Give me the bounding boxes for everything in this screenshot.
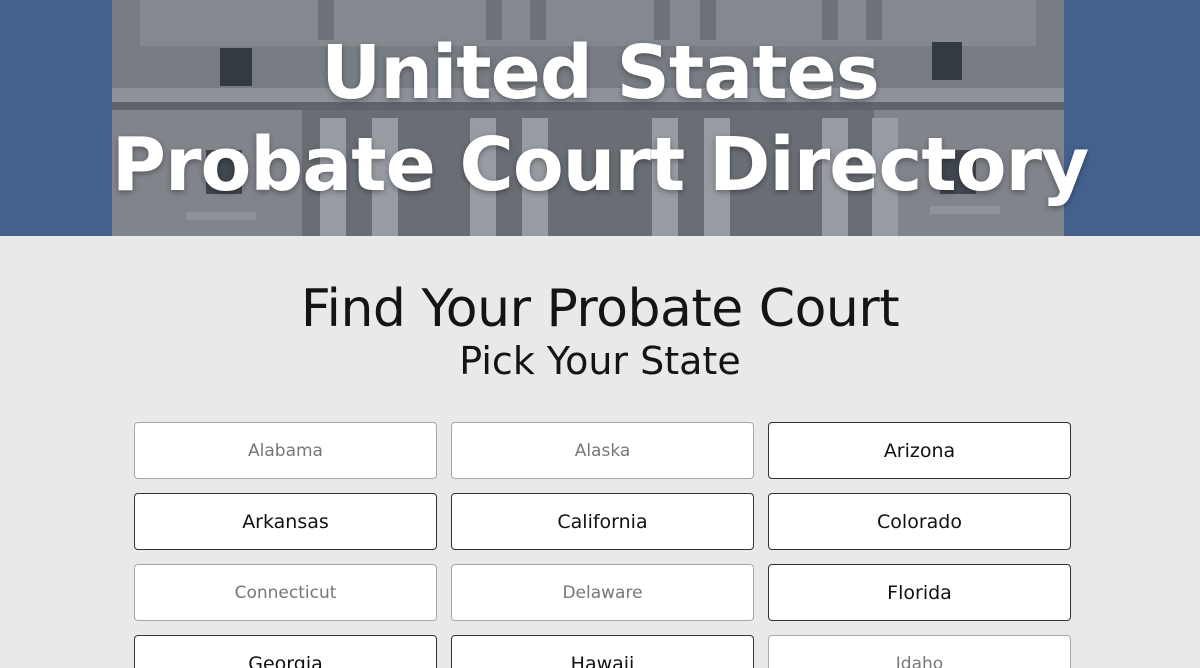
hero-title-line1: United States <box>321 30 880 116</box>
state-button-delaware[interactable]: Delaware <box>451 564 754 621</box>
state-button-alaska[interactable]: Alaska <box>451 422 754 479</box>
state-button-arizona[interactable]: Arizona <box>768 422 1071 479</box>
state-button-california[interactable]: California <box>451 493 754 550</box>
state-grid: Alabama Alaska Arizona Arkansas Californ… <box>134 422 1072 668</box>
main-content: Find Your Probate Court Pick Your State … <box>0 236 1200 668</box>
state-button-hawaii[interactable]: Hawaii <box>451 635 754 668</box>
state-button-connecticut[interactable]: Connecticut <box>134 564 437 621</box>
page-title: Find Your Probate Court <box>300 279 900 339</box>
page-subtitle: Pick Your State <box>459 339 741 383</box>
state-button-idaho[interactable]: Idaho <box>768 635 1071 668</box>
state-button-colorado[interactable]: Colorado <box>768 493 1071 550</box>
hero-title-line2: Probate Court Directory <box>111 122 1090 208</box>
hero-banner: United States Probate Court Directory <box>0 0 1200 236</box>
state-button-georgia[interactable]: Georgia <box>134 635 437 668</box>
state-button-alabama[interactable]: Alabama <box>134 422 437 479</box>
state-button-arkansas[interactable]: Arkansas <box>134 493 437 550</box>
state-button-florida[interactable]: Florida <box>768 564 1071 621</box>
